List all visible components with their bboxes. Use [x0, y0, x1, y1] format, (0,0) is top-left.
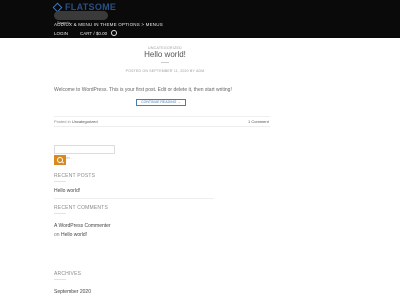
divider [54, 198, 214, 199]
header-search[interactable] [54, 11, 108, 27]
title-divider [161, 62, 169, 63]
widget-divider [54, 213, 66, 214]
recent-post-link[interactable]: Hello world! [54, 188, 80, 194]
widget-divider [54, 181, 66, 182]
posted-in-category-link[interactable]: Uncategorized [72, 119, 98, 124]
continue-reading-button[interactable]: CONTINUE READING → [136, 99, 186, 106]
menu-notice[interactable]: ADD/UX & MENU IN THEME OPTIONS > MENUS [54, 22, 163, 27]
header-nav: LOGIN CART / $0.00 [54, 30, 118, 36]
widget-divider [54, 279, 66, 280]
login-link[interactable]: LOGIN [54, 31, 68, 36]
recent-comment-post-link[interactable]: Hello world! [61, 232, 87, 238]
recent-comments-title: RECENT COMMENTS [54, 205, 109, 211]
divider [54, 116, 270, 117]
divider [54, 126, 270, 127]
post-meta: POSTED ON SEPTEMBER 11, 2020 BY ADM [125, 69, 205, 73]
posted-in: Posted in Uncategorized [54, 119, 98, 124]
archive-link[interactable]: September 2020 [54, 289, 91, 295]
site-header: FLATSOME ADD/UX & MENU IN THEME OPTIONS … [0, 0, 400, 38]
recent-posts-title: RECENT POSTS [54, 173, 96, 179]
cart-circle-icon[interactable] [111, 30, 118, 36]
posted-in-label: Posted in [54, 119, 71, 124]
recent-comment-author[interactable]: A WordPress Commenter [54, 223, 111, 229]
comments-link[interactable]: 1 Comment [248, 119, 269, 124]
sidebar-search-button[interactable] [54, 155, 66, 165]
sidebar-search[interactable] [54, 145, 115, 161]
cart-link[interactable]: CART / $0.00 [80, 31, 107, 36]
post-title[interactable]: Hello world! [0, 50, 330, 59]
search-icon [57, 157, 63, 163]
archives-title: ARCHIVES [54, 271, 82, 277]
recent-comment-context: on Hello world! [54, 232, 87, 238]
post-excerpt: Welcome to WordPress. This is your first… [54, 87, 232, 93]
recent-comment-on: on [54, 232, 60, 238]
